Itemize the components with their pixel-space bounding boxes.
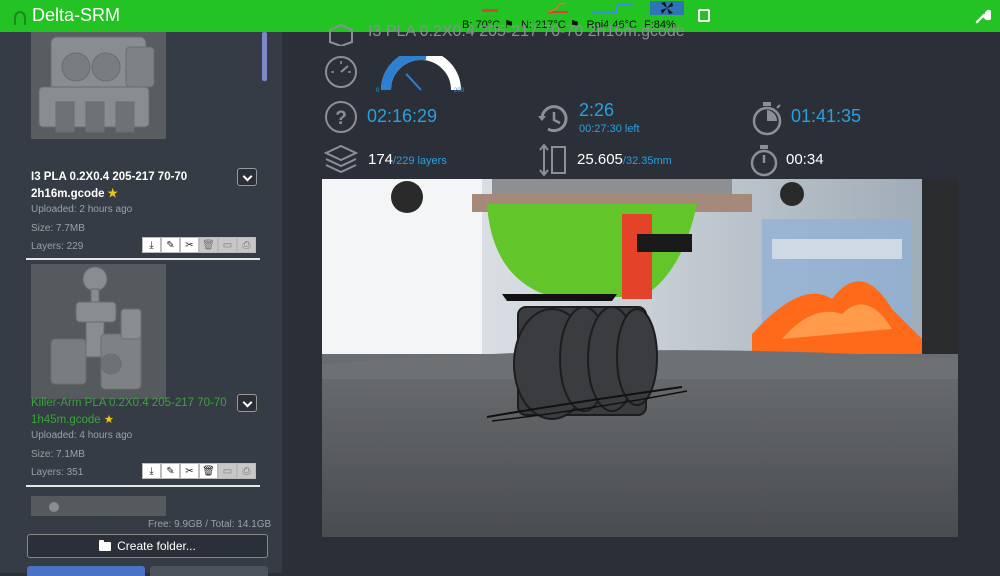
job-file-name: I3 PLA 0.2X0.4 205-217 70-70 2h16m.gcode (368, 23, 685, 40)
layer-progress: 174/229 layers (368, 151, 447, 168)
history-clock-icon (538, 105, 568, 133)
file-thumbnail (31, 264, 166, 399)
folder-icon (99, 539, 112, 551)
current-layer: 174 (368, 151, 394, 168)
nozzle-temp-sparkline (547, 2, 568, 14)
bed-temp-sparkline (482, 9, 498, 12)
file-list: I3 PLA 0.2X0.4 205-217 70-70 2h16m.gcode… (26, 32, 262, 516)
file-layers: Layers: 351 (31, 467, 84, 478)
timer-icon (750, 145, 778, 177)
app-title: Delta-SRM (32, 5, 121, 25)
create-folder-label: Create folder... (117, 539, 196, 553)
file-actions: ⤓ ✎ ✂ 🗑 ▭ ⎙ (142, 463, 256, 479)
load-icon[interactable]: ▭ (218, 463, 237, 479)
cut-icon[interactable]: ✂ (180, 237, 199, 253)
file-sidebar: I3 PLA 0.2X0.4 205-217 70-70 2h16m.gcode… (0, 32, 282, 576)
create-folder-button[interactable]: Create folder... (27, 534, 268, 558)
total-height: /32.35mm (622, 155, 672, 167)
file-layers: Layers: 229 (31, 241, 84, 252)
file-thumbnail[interactable] (31, 496, 166, 516)
file-thumbnail (31, 32, 166, 139)
svg-text:?: ? (335, 108, 347, 129)
estimated-print-time: 02:16:29 (367, 106, 438, 126)
webcam-stream[interactable] (322, 179, 958, 537)
gauge-max: 200 (454, 88, 465, 94)
star-icon[interactable]: ★ (108, 188, 118, 200)
cube-icon (329, 24, 353, 46)
question-circle-icon: ? (325, 101, 357, 133)
file-item[interactable]: I3 PLA 0.2X0.4 205-217 70-70 2h16m.gcode… (26, 32, 262, 260)
brand[interactable]: Delta-SRM (14, 5, 120, 26)
file-size: Size: 7.7MB (31, 223, 85, 234)
height-icon (539, 143, 566, 177)
height-progress: 25.605/32.35mm (577, 151, 672, 168)
layer-time: 00:34 (786, 151, 824, 168)
file-size: Size: 7.1MB (31, 449, 85, 460)
file-item[interactable]: Killer-Arm PLA 0.2X0.4 205-217 70-70 1h4… (26, 259, 262, 491)
file-uploaded: Uploaded: 2 hours ago (31, 204, 133, 215)
download-icon[interactable]: ⤓ (142, 463, 161, 479)
layers-icon (323, 144, 359, 174)
star-icon[interactable]: ★ (104, 414, 114, 426)
gauge-min: 0 (376, 88, 380, 94)
stopwatch-icon (752, 102, 782, 136)
speed-gauge: 0 200 (376, 56, 465, 94)
file-divider (26, 485, 260, 487)
total-layers: /229 layers (393, 155, 447, 167)
delete-icon[interactable]: 🗑 (199, 463, 218, 479)
cut-icon[interactable]: ✂ (180, 463, 199, 479)
slice-icon[interactable]: ✎ (161, 463, 180, 479)
rpi-temp-sparkline (592, 3, 634, 13)
elapsed-time-left: 00:27:30 left (579, 123, 640, 135)
cpu-chip-icon[interactable] (698, 9, 710, 22)
print-icon[interactable]: ⎙ (237, 237, 256, 253)
print-icon[interactable]: ⎙ (237, 463, 256, 479)
elapsed-time: 2:26 (579, 100, 615, 120)
storage-info: Free: 9.9GB / Total: 14.1GB (148, 519, 272, 530)
scrollbar-thumb[interactable] (262, 32, 267, 81)
job-panel: I3 PLA 0.2X0.4 205-217 70-70 2h16m.gcode… (282, 23, 1000, 573)
remaining-time: 01:41:35 (791, 106, 862, 126)
load-icon[interactable]: ▭ (218, 237, 237, 253)
file-actions: ⤓ ✎ ✂ 🗑 ▭ ⎙ (142, 237, 256, 253)
slice-icon[interactable]: ✎ (161, 237, 180, 253)
current-height: 25.605 (577, 151, 623, 168)
fan-sparkline (650, 1, 684, 15)
speedometer-icon (325, 56, 357, 88)
file-menu-dropdown-button[interactable] (237, 168, 257, 186)
upload-button[interactable] (27, 566, 145, 576)
octopus-logo-icon (14, 10, 26, 25)
wrench-icon[interactable] (975, 8, 991, 24)
download-icon[interactable]: ⤓ (142, 237, 161, 253)
upload-sd-button[interactable] (150, 566, 268, 576)
file-menu-dropdown-button[interactable] (237, 394, 257, 412)
file-name[interactable]: I3 PLA 0.2X0.4 205-217 70-70 2h16m.gcode… (31, 169, 231, 203)
file-uploaded: Uploaded: 4 hours ago (31, 430, 133, 441)
delete-icon[interactable]: 🗑 (199, 237, 218, 253)
file-name[interactable]: Killer-Arm PLA 0.2X0.4 205-217 70-70 1h4… (31, 395, 231, 429)
